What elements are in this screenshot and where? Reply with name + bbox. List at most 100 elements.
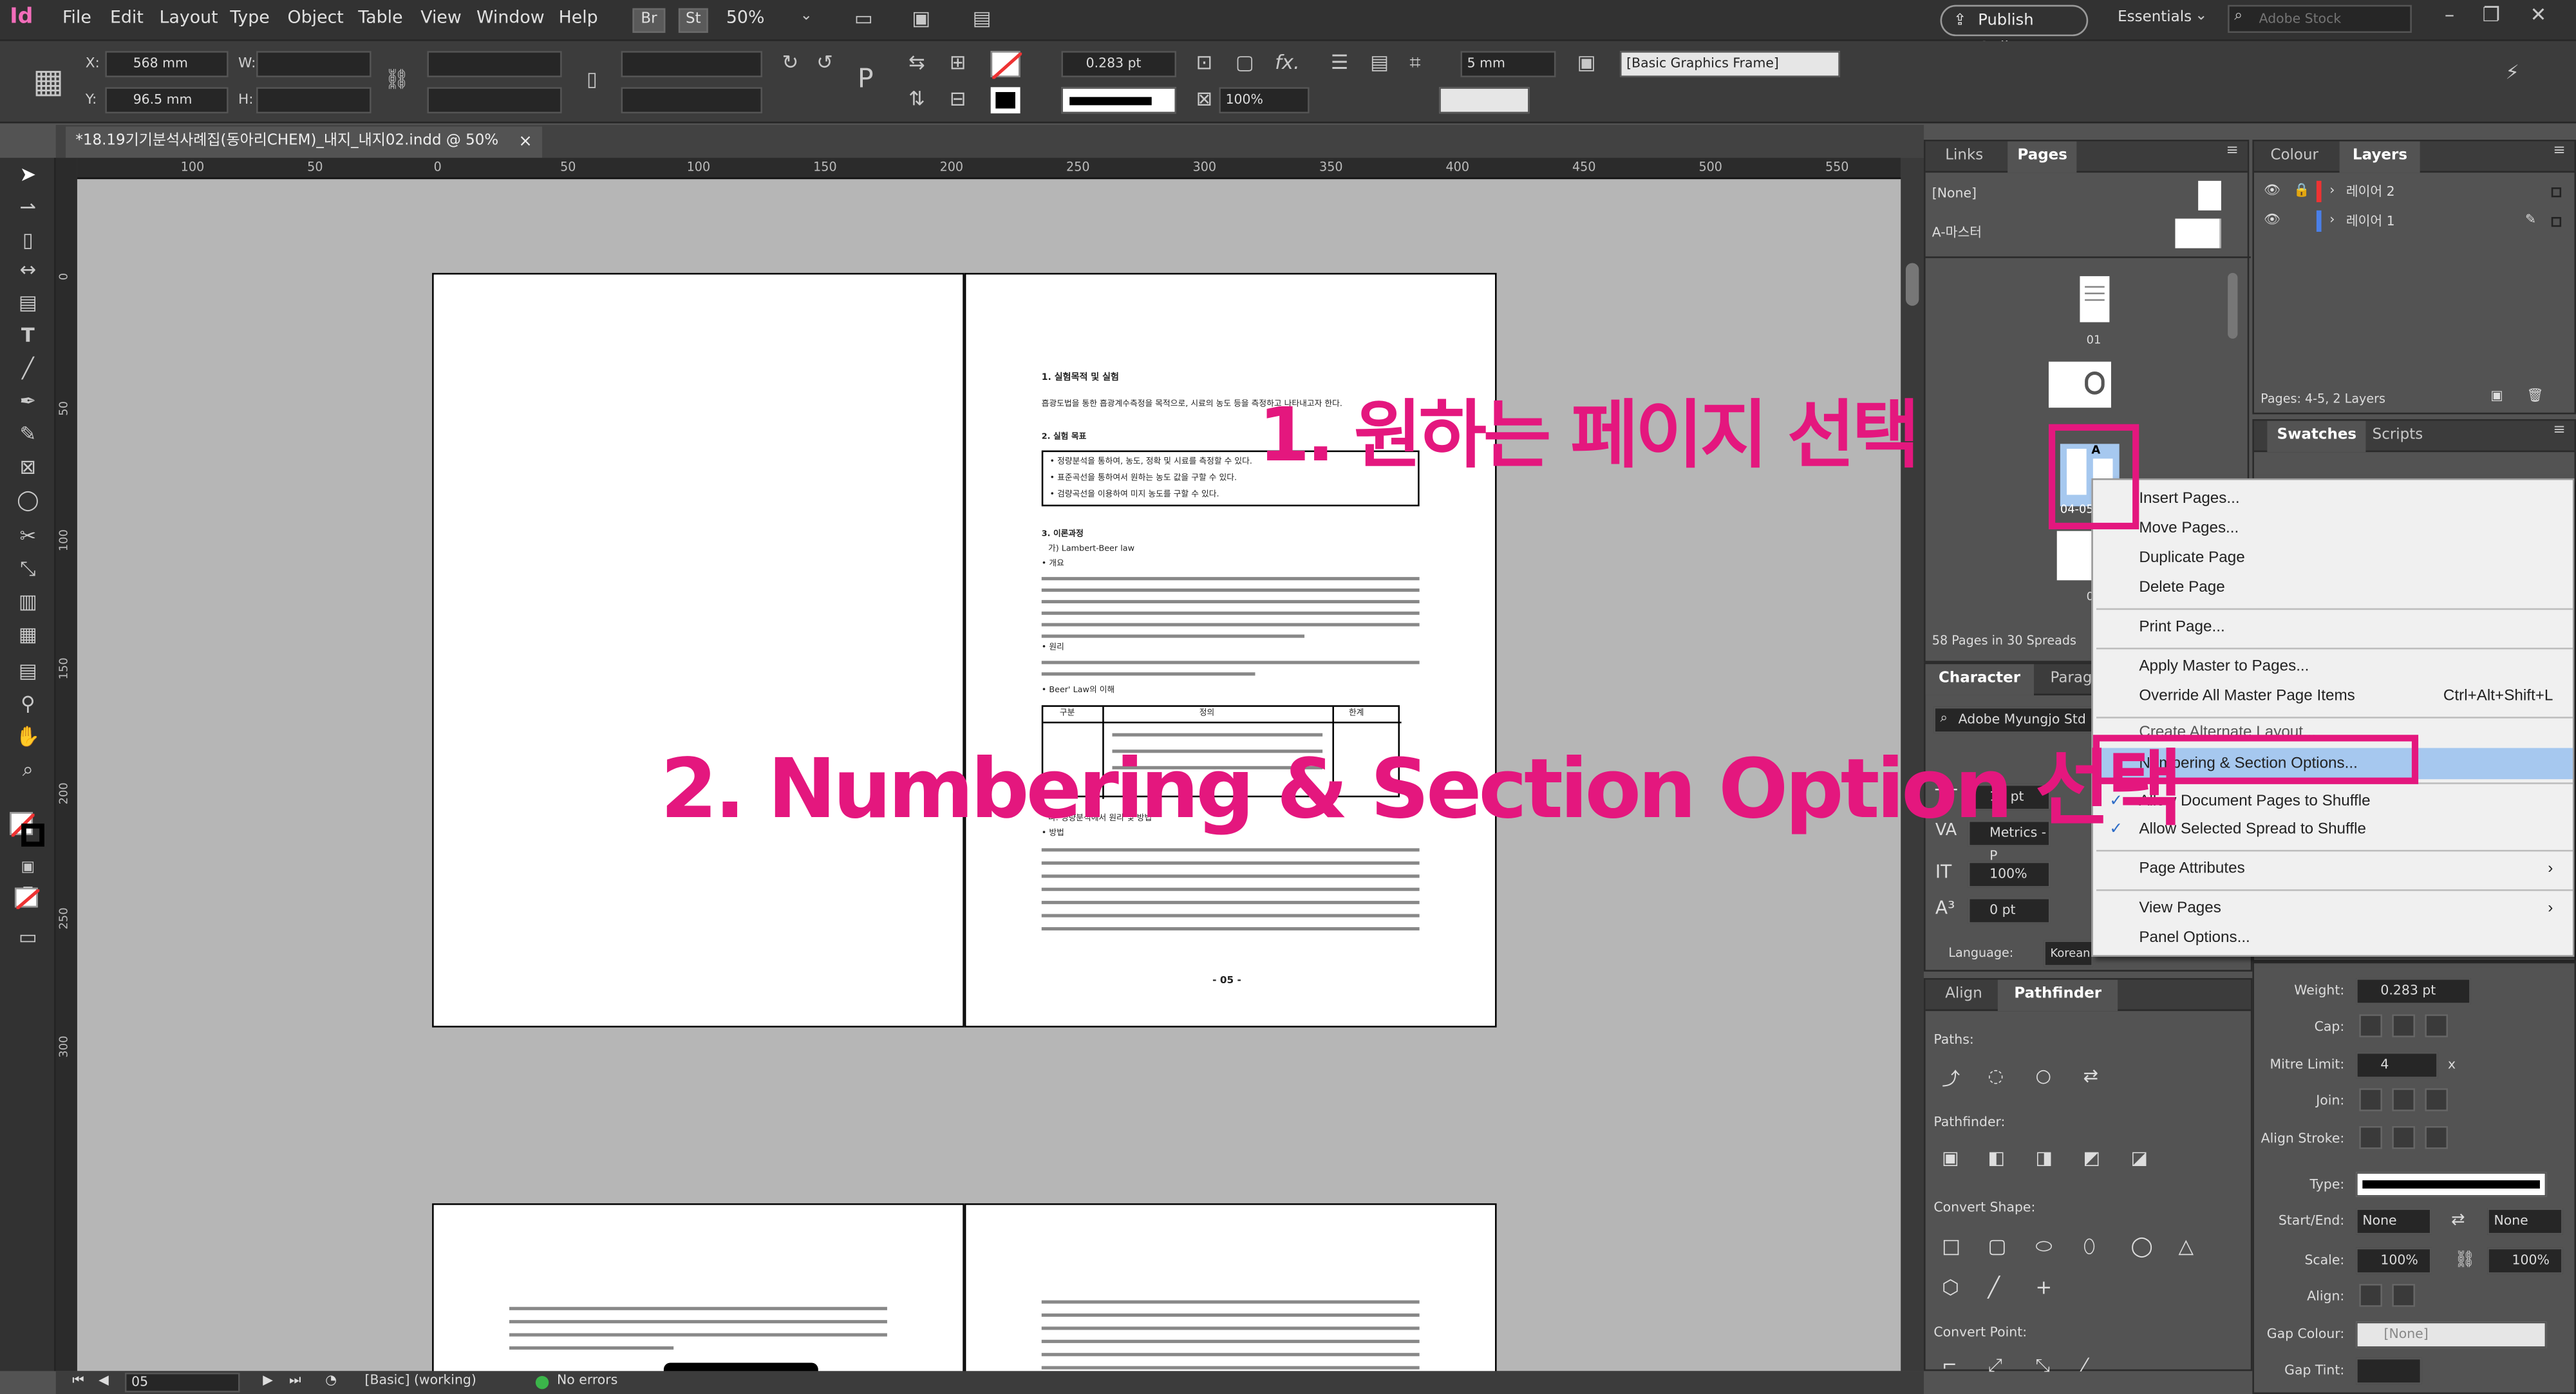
close-path-icon[interactable]: ○	[2036, 1065, 2052, 1086]
stroke-type-dropdown[interactable]	[2356, 1172, 2547, 1197]
link-scale-icon[interactable]: ⛓	[2454, 1251, 2475, 1269]
swap-arrows-icon[interactable]: ⇄	[2451, 1212, 2465, 1230]
flip-horizontal-icon[interactable]: ⇆	[908, 51, 925, 74]
a-master-thumb[interactable]	[2175, 218, 2221, 249]
text-wrap-icon[interactable]: ☰	[1331, 51, 1348, 74]
next-page-icon[interactable]: ▶	[263, 1373, 273, 1388]
opacity-field[interactable]: 100%	[1219, 87, 1310, 114]
tab-swatches[interactable]: Swatches	[2267, 420, 2367, 453]
scrollbar-thumb[interactable]	[1905, 263, 1919, 306]
hand-tool-icon[interactable]: ✋	[15, 723, 41, 749]
orthogonal-line-icon[interactable]: +	[2036, 1276, 2053, 1299]
menu-type[interactable]: Type	[230, 8, 270, 28]
view-options-icon[interactable]: ▭	[854, 6, 873, 30]
arrange-documents-icon[interactable]: ▤	[973, 6, 992, 30]
prev-page-icon[interactable]: ◀	[99, 1373, 109, 1388]
screen-mode-icon[interactable]: ▣	[912, 6, 930, 30]
layer-row[interactable]: 👁 › 레이어 1 ✎	[2254, 207, 2576, 235]
first-page-icon[interactable]: ⏮	[72, 1373, 84, 1389]
stock-search-input[interactable]	[2228, 5, 2412, 33]
tab-colour[interactable]: Colour	[2270, 148, 2318, 165]
menu-view[interactable]: View	[420, 8, 462, 28]
content-collector-icon[interactable]: ▤	[15, 289, 41, 316]
join-path-icon[interactable]: ⤴	[1942, 1065, 1960, 1091]
menu-override-master-items[interactable]: Override All Master Page Items	[2139, 687, 2355, 705]
language-dropdown[interactable]: Korean	[2044, 940, 2093, 967]
scale-x-field[interactable]	[427, 51, 562, 77]
menu-panel-options[interactable]: Panel Options...	[2139, 929, 2250, 947]
y-position-field[interactable]: 96.5 mm	[105, 87, 229, 114]
layer-row[interactable]: 👁 🔒 › 레이어 2	[2254, 178, 2576, 205]
reverse-path-icon[interactable]: ⇄	[2083, 1065, 2099, 1086]
tab-layers[interactable]: Layers	[2339, 141, 2421, 173]
round-cap-button[interactable]	[2392, 1014, 2415, 1038]
menu-file[interactable]: File	[62, 8, 91, 28]
tab-pages[interactable]: Pages	[2007, 141, 2078, 173]
align-outside-button[interactable]	[2425, 1126, 2449, 1149]
stroke-style-swatch[interactable]	[1439, 87, 1530, 114]
pen-tool-icon[interactable]: ✒	[15, 388, 41, 415]
start-arrow-dropdown[interactable]: None	[2356, 1208, 2432, 1235]
tab-pathfinder[interactable]: Pathfinder	[1997, 979, 2118, 1012]
eye-icon[interactable]: 👁	[2264, 212, 2280, 227]
panel-menu-icon[interactable]: ≡	[2226, 143, 2239, 160]
tab-align[interactable]: Align	[1945, 986, 1982, 1003]
pages-scrollbar-thumb[interactable]	[2228, 272, 2238, 339]
effects-icon[interactable]: fx.	[1275, 51, 1300, 74]
menu-apply-master[interactable]: Apply Master to Pages...	[2139, 657, 2309, 675]
minus-back-icon[interactable]: ◪	[2131, 1147, 2148, 1169]
shear-field[interactable]	[621, 87, 762, 114]
panel-menu-icon[interactable]: ≡	[2553, 143, 2565, 160]
page-06[interactable]	[432, 1203, 964, 1386]
add-shape-icon[interactable]: ▣	[1942, 1147, 1959, 1169]
rectangle-icon[interactable]: □	[1942, 1234, 1960, 1257]
text-wrap-bounding-icon[interactable]: ▤	[1370, 51, 1389, 74]
exclude-overlap-icon[interactable]: ◩	[2083, 1147, 2101, 1169]
menu-page-attributes[interactable]: Page Attributes	[2139, 860, 2244, 878]
lock-proportions-icon[interactable]: ▯	[587, 68, 597, 91]
menu-view-pages[interactable]: View Pages	[2139, 900, 2221, 918]
ellipse-icon[interactable]: ◯	[2131, 1234, 2153, 1257]
chevron-right-icon[interactable]: ›	[2329, 212, 2335, 227]
bevel-join-button[interactable]	[2425, 1088, 2449, 1111]
close-tab-icon[interactable]: ×	[518, 127, 532, 158]
line-tool-icon[interactable]: ╱	[15, 355, 41, 381]
symmetrical-point-icon[interactable]: ⁄	[2083, 1355, 2087, 1376]
baseline-shift-field[interactable]: 0 pt	[1968, 897, 2051, 924]
restore-icon[interactable]: ❐	[2483, 3, 2500, 26]
minimize-icon[interactable]: –	[2445, 3, 2454, 26]
start-scale-field[interactable]: 100%	[2356, 1247, 2432, 1274]
bridge-button[interactable]: Br	[632, 8, 666, 33]
beveled-rectangle-icon[interactable]: ⬭	[2036, 1234, 2053, 1259]
lock-icon[interactable]: 🔒	[2293, 182, 2309, 197]
quick-apply-icon[interactable]: ⚡	[2505, 61, 2519, 84]
tab-character[interactable]: Character	[1925, 664, 2034, 695]
text-direction-icon[interactable]: P	[858, 62, 874, 94]
zoom-tool-icon[interactable]: ⌕	[15, 756, 41, 782]
menu-insert-pages[interactable]: Insert Pages...	[2139, 490, 2239, 508]
mitre-limit-field[interactable]: 4	[2356, 1051, 2438, 1078]
delete-layer-icon[interactable]: 🗑	[2527, 388, 2544, 403]
note-tool-icon[interactable]: ▤	[15, 657, 41, 684]
page-tool-icon[interactable]: ▯	[15, 227, 41, 253]
publish-online-button[interactable]: ⇪ Publish Online	[1940, 5, 2089, 57]
rotate-field[interactable]	[621, 51, 762, 77]
menu-layout[interactable]: Layout	[160, 8, 218, 28]
stroke-weight-field[interactable]: 0.283 pt	[1061, 51, 1177, 77]
menu-help[interactable]: Help	[559, 8, 598, 28]
formatting-affects-container-icon[interactable]: ▣ T	[15, 855, 41, 902]
gradient-feather-tool-icon[interactable]: ▦	[15, 621, 41, 648]
page-number-field[interactable]: 05	[124, 1372, 240, 1393]
menu-edit[interactable]: Edit	[110, 8, 144, 28]
inverse-rounded-icon[interactable]: ⬯	[2083, 1234, 2096, 1259]
scissors-tool-icon[interactable]: ✂	[15, 523, 41, 549]
arrow-align-outside-button[interactable]	[2392, 1283, 2415, 1307]
horizontal-ruler[interactable]: 100 50 0 50 100 150 200 250 300 350 400 …	[77, 158, 1901, 180]
plain-point-icon[interactable]: ⌐	[1942, 1355, 1957, 1376]
type-tool-icon[interactable]: T	[15, 322, 41, 348]
miter-join-button[interactable]	[2359, 1088, 2382, 1111]
height-field[interactable]	[256, 87, 371, 114]
stroke-swatch[interactable]	[990, 87, 1020, 114]
end-arrow-dropdown[interactable]: None	[2487, 1208, 2563, 1235]
stroke-weight-field[interactable]: 0.283 pt	[2356, 978, 2471, 1004]
